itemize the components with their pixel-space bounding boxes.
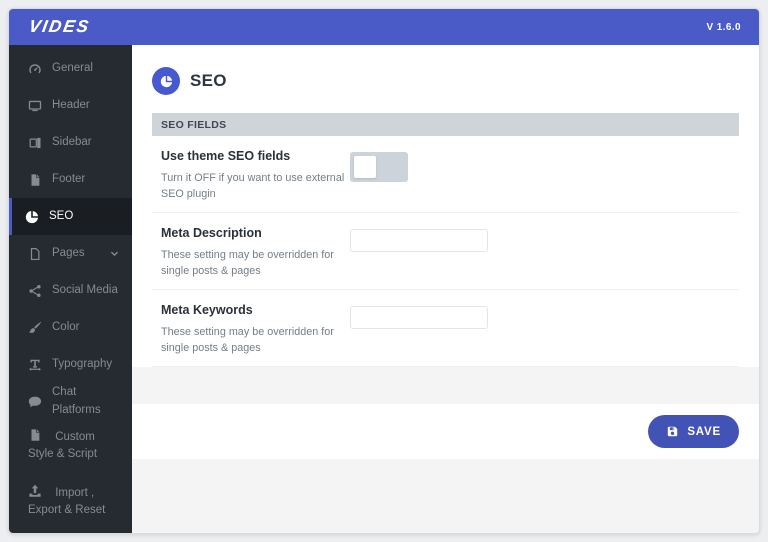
field-description: Turn it OFF if you want to use external … (161, 172, 345, 200)
sidebar-item-sidebar[interactable]: Sidebar (9, 124, 132, 161)
settings-row-meta-keywords: Meta Keywords These setting may be overr… (152, 290, 739, 367)
pie-chart-icon (25, 210, 39, 224)
sidebar-item-label: Header (52, 98, 90, 111)
sidebar-item-color[interactable]: Color (9, 309, 132, 346)
sidebar-item-label: Typography (52, 357, 113, 370)
topbar: VIDES V 1.6.0 (9, 9, 759, 45)
section-header: SEO FIELDS (152, 113, 739, 136)
sidebar-item-label: Color (52, 320, 80, 333)
sidebar-item-seo[interactable]: SEO (9, 198, 132, 235)
sidebar-item-label: Chat Platforms (52, 386, 101, 416)
app-logo: VIDES (27, 17, 92, 36)
sidebar-item-typography[interactable]: Typography (9, 346, 132, 383)
sidebar-item-social-media[interactable]: Social Media (9, 272, 132, 309)
sidebar-item-label: Sidebar (52, 135, 92, 148)
sidebar: General Header Sidebar Footer SEO Pages (9, 45, 132, 533)
app-window: VIDES V 1.6.0 General Header Sidebar Foo… (8, 8, 760, 534)
sidebar-item-import-export-reset[interactable]: Import , Export & Reset (9, 476, 132, 532)
action-bar: SAVE (132, 404, 759, 459)
sidebar-item-custom-style-script[interactable]: Custom Style & Script (9, 420, 132, 476)
toggle-knob (354, 156, 376, 178)
gauge-icon (28, 62, 42, 76)
field-label: Meta Description (161, 226, 262, 240)
upload-icon (28, 484, 42, 498)
file-icon (28, 173, 42, 187)
brush-icon (28, 321, 42, 335)
columns-icon (28, 136, 42, 150)
version-label: V 1.6.0 (706, 21, 741, 33)
seo-panel: SEO SEO FIELDS Use theme SEO fields Turn… (132, 45, 759, 367)
chevron-down-icon (109, 248, 120, 259)
spacer (132, 459, 759, 533)
sidebar-item-chat-platforms[interactable]: Chat Platforms (9, 383, 132, 420)
sidebar-item-header[interactable]: Header (9, 87, 132, 124)
sidebar-item-label: Pages (52, 246, 85, 259)
meta-description-input[interactable] (350, 229, 488, 252)
page-icon (28, 247, 42, 261)
sidebar-item-label: Social Media (52, 283, 118, 296)
page-title: SEO (190, 71, 227, 90)
pie-chart-icon (152, 67, 180, 95)
use-theme-seo-toggle[interactable] (350, 152, 408, 182)
field-label: Meta Keywords (161, 303, 253, 317)
main-content: SEO SEO FIELDS Use theme SEO fields Turn… (132, 45, 759, 533)
comment-icon (28, 395, 42, 409)
save-button[interactable]: SAVE (648, 415, 739, 448)
field-description: These setting may be overridden for sing… (161, 249, 334, 277)
save-button-label: SAVE (687, 425, 721, 438)
field-label: Use theme SEO fields (161, 149, 291, 163)
settings-row-use-theme-seo: Use theme SEO fields Turn it OFF if you … (152, 136, 739, 213)
sidebar-item-footer[interactable]: Footer (9, 161, 132, 198)
monitor-icon (28, 99, 42, 113)
field-description: These setting may be overridden for sing… (161, 326, 334, 354)
file-icon (28, 428, 42, 442)
sidebar-item-pages[interactable]: Pages (9, 235, 132, 272)
sidebar-item-label: General (52, 61, 93, 74)
sidebar-item-label: SEO (49, 209, 74, 222)
share-icon (28, 284, 42, 298)
page-header: SEO (132, 45, 759, 113)
settings-row-meta-description: Meta Description These setting may be ov… (152, 213, 739, 290)
meta-keywords-input[interactable] (350, 306, 488, 329)
seo-fields-section: SEO FIELDS Use theme SEO fields Turn it … (152, 113, 739, 367)
save-icon (666, 425, 679, 438)
sidebar-item-general[interactable]: General (9, 50, 132, 87)
text-width-icon (28, 358, 42, 372)
sidebar-item-label: Footer (52, 172, 86, 185)
